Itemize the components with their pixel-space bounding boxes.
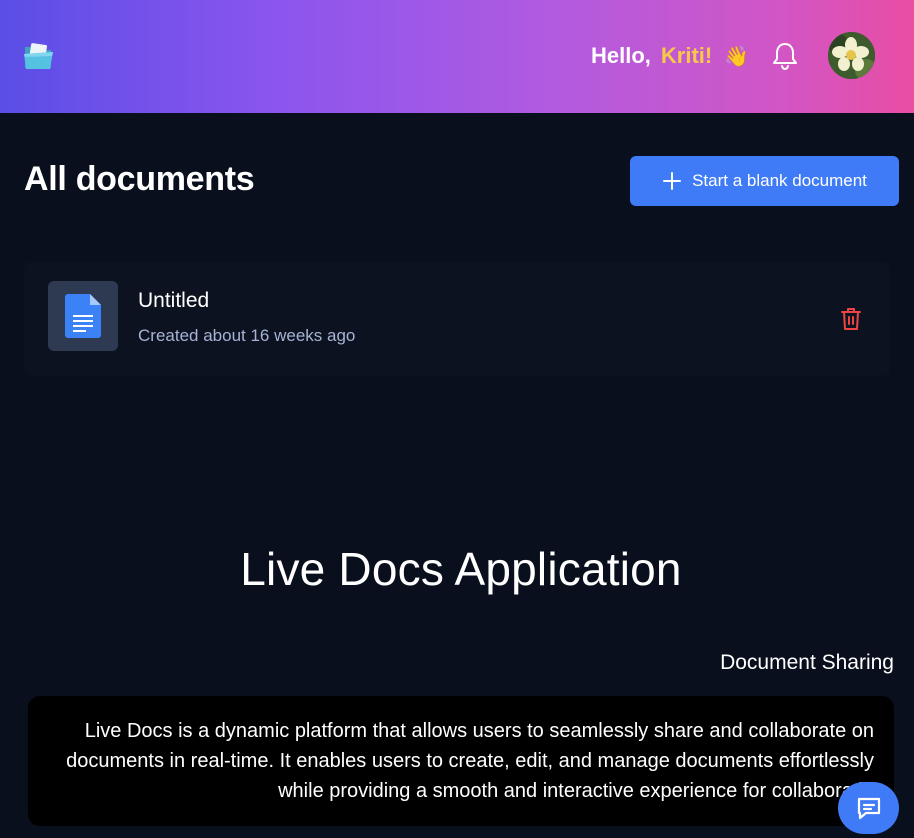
document-thumbnail [48,281,118,351]
top-header: Hello, Kriti! 👋 [0,0,914,113]
start-blank-document-button[interactable]: Start a blank document [630,156,899,206]
chat-button[interactable] [838,782,899,834]
google-doc-icon [65,294,101,338]
document-created-time: Created about 16 weeks ago [138,326,356,345]
plus-icon [663,172,682,190]
document-sharing-heading: Document Sharing [720,651,894,674]
description-text: Live Docs is a dynamic platform that all… [66,720,874,802]
bell-icon[interactable] [771,41,799,71]
greeting-hello: Hello, [591,43,651,68]
page-title: All documents [24,160,255,198]
chat-icon [857,797,880,820]
document-title[interactable]: Untitled [138,289,209,313]
description-card: Live Docs is a dynamic platform that all… [28,696,894,826]
start-blank-document-label: Start a blank document [692,171,867,190]
app-title: Live Docs Application [240,543,682,595]
wave-emoji-icon: 👋 [724,45,750,68]
document-list-item[interactable]: Untitled Created about 16 weeks ago [24,262,890,376]
user-name: Kriti! [660,43,713,68]
greeting: Hello, Kriti! 👋 [591,43,749,69]
folder-logo-icon[interactable] [22,38,56,74]
user-avatar[interactable] [828,32,875,79]
delete-document-trash-icon[interactable] [840,307,862,331]
